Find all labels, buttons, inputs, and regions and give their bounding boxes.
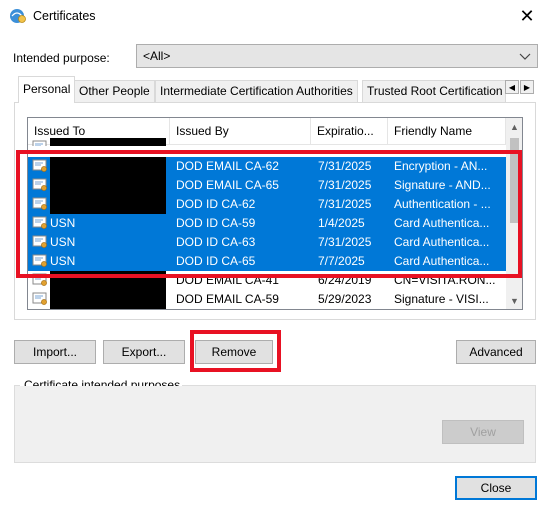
redaction-block [50, 290, 166, 309]
certificate-window-icon [10, 9, 26, 23]
cell-expiration: 5/29/2023 [318, 292, 372, 306]
redaction-block [50, 138, 166, 146]
chevron-down-icon [519, 53, 531, 60]
import-button[interactable]: Import... [14, 340, 96, 364]
window-title: Certificates [33, 9, 96, 23]
scroll-down-icon[interactable]: ▼ [506, 292, 522, 309]
scroll-left-icon[interactable]: ◀ [505, 80, 519, 94]
tab-intermediate-ca[interactable]: Intermediate Certification Authorities [155, 80, 358, 102]
title-bar: Certificates ✕ [0, 0, 550, 32]
export-button[interactable]: Export... [103, 340, 185, 364]
highlight-box-remove [190, 330, 281, 372]
tab-other-people[interactable]: Other People [74, 80, 155, 102]
scroll-up-icon[interactable]: ▲ [506, 118, 522, 135]
intended-purpose-value: <All> [143, 49, 171, 63]
scroll-right-icon[interactable]: ▶ [520, 80, 534, 94]
intended-purpose-select[interactable]: <All> [136, 44, 538, 68]
intended-purpose-label: Intended purpose: [13, 51, 110, 65]
advanced-button[interactable]: Advanced [456, 340, 536, 364]
certificate-icon [32, 292, 47, 305]
view-button[interactable]: View [442, 420, 524, 444]
close-button[interactable]: Close [455, 476, 537, 500]
tab-strip: Personal Other People Intermediate Certi… [14, 76, 534, 103]
tab-personal[interactable]: Personal [18, 76, 76, 103]
table-row[interactable] [28, 138, 506, 146]
tab-trusted-root[interactable]: Trusted Root Certification [362, 80, 506, 102]
table-row[interactable]: DOD EMAIL CA-59 5/29/2023 Signature - VISI… [28, 290, 506, 309]
highlight-box-selected-rows [16, 150, 522, 278]
cell-issued-by: DOD EMAIL CA-59 [176, 292, 279, 306]
close-icon[interactable]: ✕ [504, 0, 550, 32]
certificate-icon [32, 140, 47, 146]
cell-friendly-name: Signature - VISI... [394, 292, 489, 306]
